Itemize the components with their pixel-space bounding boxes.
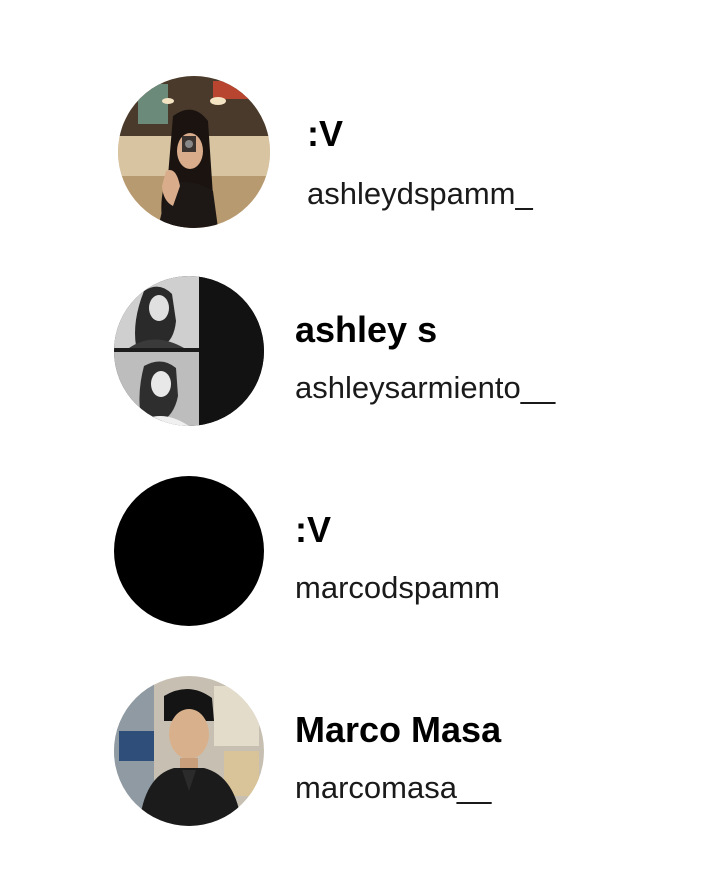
account-row[interactable]: :V marcodspamm bbox=[0, 476, 710, 636]
display-name: :V bbox=[295, 509, 331, 550]
avatar[interactable] bbox=[114, 676, 264, 826]
profile-photo-icon bbox=[114, 276, 264, 426]
profile-photo-icon bbox=[118, 76, 270, 228]
avatar[interactable] bbox=[118, 76, 270, 228]
display-name: :V bbox=[307, 113, 343, 154]
username: ashleydspamm_ bbox=[307, 176, 533, 211]
account-row[interactable]: Marco Masa marcomasa__ bbox=[0, 676, 710, 836]
username: marcodspamm bbox=[295, 570, 500, 605]
account-row[interactable]: ashley s ashleysarmiento__ bbox=[0, 276, 710, 436]
profile-photo-icon bbox=[114, 676, 264, 826]
username: marcomasa__ bbox=[295, 770, 492, 805]
account-list: :V ashleydspamm_ ashley s ashleysarmient… bbox=[0, 0, 710, 870]
avatar[interactable] bbox=[114, 276, 264, 426]
display-name: Marco Masa bbox=[295, 709, 502, 750]
username: ashleysarmiento__ bbox=[295, 370, 556, 405]
display-name: ashley s bbox=[295, 309, 438, 350]
account-row[interactable]: :V ashleydspamm_ bbox=[0, 76, 710, 236]
avatar[interactable] bbox=[114, 476, 264, 626]
